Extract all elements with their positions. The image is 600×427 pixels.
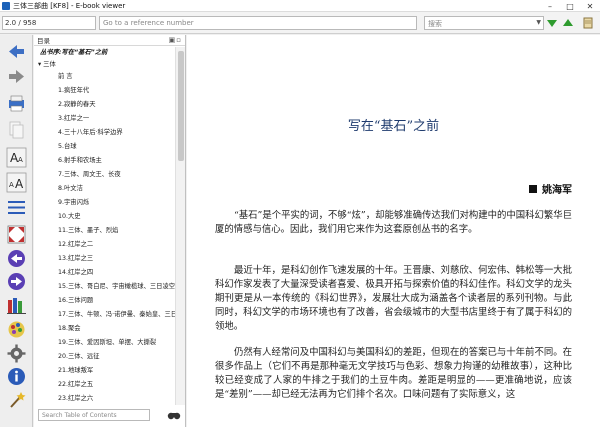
toc-search-input[interactable]: Search Table of Contents: [38, 409, 150, 421]
toc-search-binoculars-icon[interactable]: [166, 409, 182, 421]
toc-book-title[interactable]: 丛书序:写在“基石”之前: [40, 47, 180, 59]
chevron-down-icon[interactable]: ▼: [536, 19, 541, 26]
square-bullet-icon: [529, 185, 537, 193]
toc-item[interactable]: 23.红岸之六: [58, 393, 185, 405]
copy-icon[interactable]: [6, 119, 27, 140]
toc-item[interactable]: 14.红岸之四: [58, 267, 185, 279]
reference-input[interactable]: Go to a reference number: [99, 16, 417, 30]
forward-arrow-icon[interactable]: [6, 66, 27, 87]
window-title: 三体三部曲 [KF8] - E-book viewer: [13, 1, 126, 10]
minimize-icon[interactable]: –: [540, 0, 560, 12]
toc-dock-buttons[interactable]: ▣▫: [169, 36, 182, 44]
toc-item[interactable]: 前 言: [58, 71, 185, 83]
chapter-title: 写在“基石”之前: [347, 119, 440, 134]
author-line: 姚海军: [529, 181, 572, 196]
toolbar: 2.0 / 958 Go to a reference number 搜索 ▼: [0, 12, 600, 34]
reading-pane[interactable]: 写在“基石”之前 姚海军 “基石”是个平实的词，不够“炫”，却能够准确传达我们对…: [187, 35, 600, 427]
toc-item[interactable]: 19.三体、爱因斯坦、单摆、大撕裂: [58, 337, 185, 349]
maximize-icon[interactable]: □: [560, 0, 580, 12]
back-arrow-icon[interactable]: [6, 41, 27, 62]
find-previous-button[interactable]: [563, 18, 573, 28]
toc-panel: 目录 ▣▫ 丛书序:写在“基石”之前 ▾ 三体 前 言 1.疯狂年代 2.寂静的春天…: [34, 35, 186, 427]
toc-item[interactable]: 9.宇宙闪烁: [58, 197, 185, 209]
toc-item[interactable]: 13.红岸之三: [58, 253, 185, 265]
find-next-button[interactable]: [547, 18, 557, 28]
settings-gear-icon[interactable]: [6, 343, 27, 364]
paragraph: “基石”是个平实的词，不够“炫”，却能够准确传达我们对构建中的中国科幻繁华巨厦的…: [215, 210, 572, 235]
toc-item[interactable]: 15.三体、哥白尼、宇宙橄榄球、三日凌空: [58, 281, 185, 293]
app-icon: [2, 1, 10, 10]
search-input-label: 搜索: [428, 20, 442, 28]
toc-item[interactable]: 5.台球: [58, 141, 185, 153]
toc-item[interactable]: 8.叶文洁: [58, 183, 185, 195]
toc-list: 丛书序:写在“基石”之前 ▾ 三体 前 言 1.疯狂年代 2.寂静的春天 3.红岸之一…: [34, 47, 185, 405]
paragraph: 仍然有人经常问及中国科幻与美国科幻的差距，但现在的答案已与十年前不同。在很多作品…: [215, 347, 572, 400]
next-page-icon[interactable]: [6, 271, 27, 292]
toc-item[interactable]: 7.三体、周文王、长夜: [58, 169, 185, 181]
paragraph: 最近十年，是科幻创作飞速发展的十年。王晋康、刘慈欣、何宏伟、韩松等一大批科幻作家…: [215, 265, 572, 332]
search-input[interactable]: 搜索 ▼: [424, 16, 544, 30]
toc-part-label: 三体: [43, 61, 56, 68]
preferences-palette-icon[interactable]: [6, 319, 27, 340]
toc-header: 目录 ▣▫: [34, 35, 185, 46]
toc-item[interactable]: 17.三体、牛顿、冯·诺伊曼、秦始皇、三日连珠: [58, 309, 185, 321]
page-number-field[interactable]: 2.0 / 958: [2, 16, 96, 30]
author-name: 姚海军: [542, 185, 572, 196]
table-of-contents-icon[interactable]: [6, 197, 27, 218]
toc-item[interactable]: 11.三体、墨子、烈焰: [58, 225, 185, 237]
toc-item[interactable]: 16.三体问题: [58, 295, 185, 307]
previous-page-icon[interactable]: [6, 248, 27, 269]
bookmark-icon[interactable]: [583, 17, 593, 29]
font-size-smaller-icon[interactable]: A A: [6, 172, 27, 193]
toc-item[interactable]: 22.红岸之五: [58, 379, 185, 391]
toc-item[interactable]: 12.红岸之二: [58, 239, 185, 251]
magic-wand-icon[interactable]: [6, 390, 27, 411]
toc-item[interactable]: 3.红岸之一: [58, 113, 185, 125]
close-icon[interactable]: ✕: [580, 0, 600, 12]
toc-header-label: 目录: [37, 37, 50, 45]
toc-scrollbar-thumb[interactable]: [178, 51, 184, 161]
info-icon[interactable]: [6, 366, 27, 387]
toc-part[interactable]: ▾ 三体: [38, 59, 178, 71]
toc-item[interactable]: 4.三十八年后·科学边界: [58, 127, 185, 139]
fullscreen-icon[interactable]: [6, 224, 27, 245]
toc-item[interactable]: 10.大史: [58, 211, 185, 223]
reference-mode-icon[interactable]: [6, 295, 27, 316]
svg-text:A: A: [9, 181, 14, 189]
toc-item[interactable]: 21.地球叛军: [58, 365, 185, 377]
toc-item[interactable]: 2.寂静的春天: [58, 99, 185, 111]
font-size-larger-icon[interactable]: A A: [6, 147, 27, 168]
title-bar: 三体三部曲 [KF8] - E-book viewer – □ ✕: [0, 0, 600, 12]
svg-text:A: A: [15, 177, 24, 191]
toc-item[interactable]: 20.三体、远征: [58, 351, 185, 363]
action-sidebar: A A A A: [0, 35, 33, 427]
toc-item[interactable]: 18.聚会: [58, 323, 185, 335]
toc-item[interactable]: 1.疯狂年代: [58, 85, 185, 97]
print-icon[interactable]: [6, 93, 27, 114]
svg-text:A: A: [18, 156, 23, 164]
toc-scrollbar[interactable]: [175, 47, 185, 405]
toc-item[interactable]: 6.射手和农场主: [58, 155, 185, 167]
